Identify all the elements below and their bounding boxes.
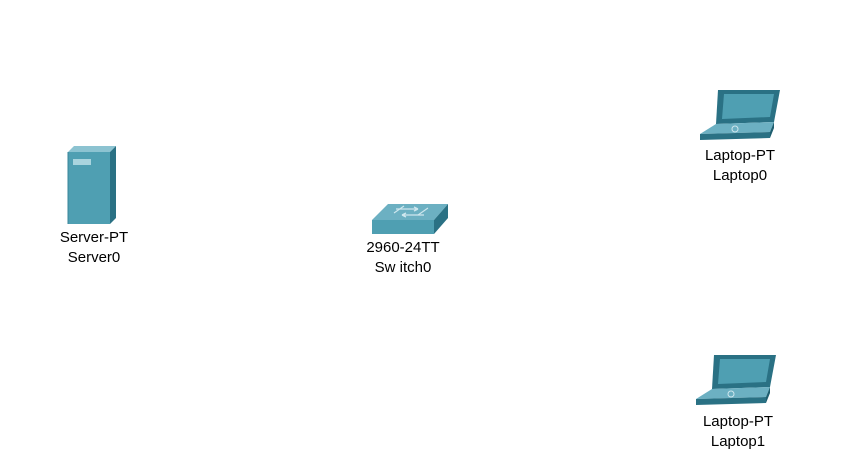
laptop0-label: Laptop-PT Laptop0 [690,146,790,186]
laptop0-name: Laptop0 [712,167,768,184]
topology-workspace[interactable]: Server-PT Server0 2960-24TT Sw itch0 Lap… [0,0,843,472]
server0-name: Server0 [67,249,121,266]
server0-device[interactable] [64,146,120,226]
laptop1-model: Laptop-PT [702,413,774,430]
laptop0-device[interactable] [698,86,782,146]
laptop1-name: Laptop1 [710,433,766,450]
switch0-label: 2960-24TT Sw itch0 [353,238,453,278]
laptop1-device[interactable] [694,351,778,411]
switch0-name: Sw itch0 [374,259,432,276]
server0-model: Server-PT [59,229,129,246]
laptop-icon [698,86,782,146]
server0-label: Server-PT Server0 [44,228,144,268]
laptop-icon [694,351,778,411]
laptop0-model: Laptop-PT [704,147,776,164]
switch0-device[interactable] [368,200,452,236]
laptop1-label: Laptop-PT Laptop1 [688,412,788,452]
switch0-model: 2960-24TT [366,239,440,256]
switch-icon [368,200,452,236]
server-icon [64,146,120,226]
